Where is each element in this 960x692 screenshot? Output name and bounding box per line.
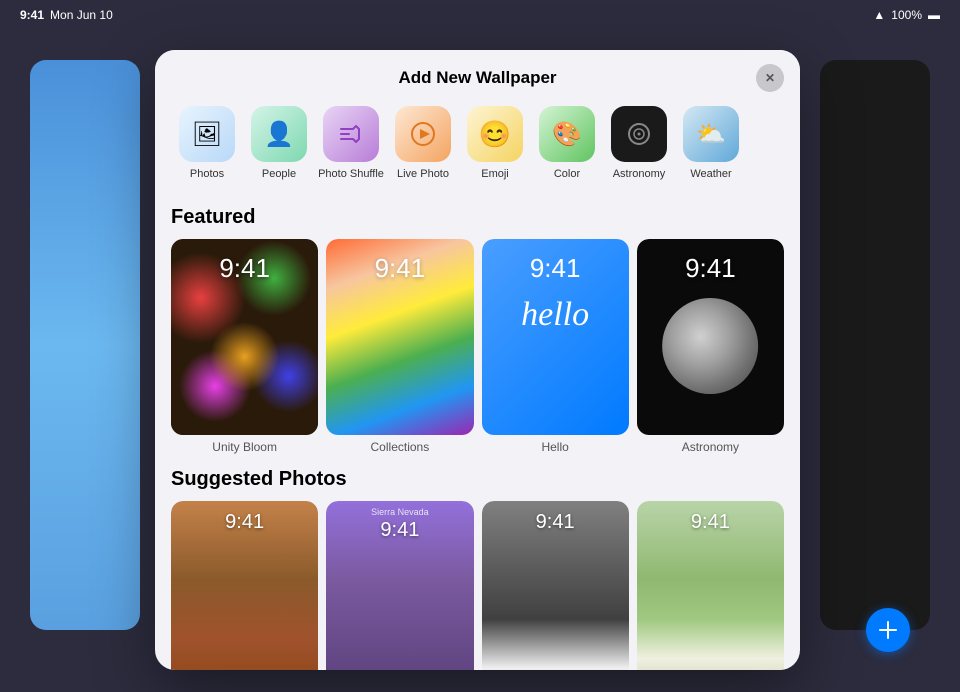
weather-icon: ⛅ [683,106,739,162]
add-wallpaper-modal: Add New Wallpaper ✕ 🖼 Photos 👤 People [155,50,800,670]
featured-title: Featured [171,206,784,229]
category-photo-shuffle[interactable]: Photo Shuffle [315,106,387,180]
ocean-time: 9:41 [536,511,575,534]
ocean-rocks-thumb: 9:41 [482,501,629,670]
hello-thumb: 9:41 hello [482,239,629,435]
astronomy-time-label: 9:41 [685,253,736,284]
suggested-photo-sheep[interactable]: 9:41 [637,501,784,670]
modal-title: Add New Wallpaper [398,68,556,88]
suggested-photo-purple[interactable]: Sierra Nevada 9:41 [326,501,473,670]
category-live-photo[interactable]: Live Photo [387,106,459,180]
category-astronomy[interactable]: Astronomy [603,106,675,180]
purple-hills-thumb: Sierra Nevada 9:41 [326,501,473,670]
people-label: People [262,168,296,180]
modal-content: Featured 9:41 Unity Bloom [155,192,800,670]
unity-bloom-label: Unity Bloom [171,440,318,454]
unity-time: 9:41 [219,253,270,284]
sierra-nevada-location: Sierra Nevada [371,507,429,517]
category-list: 🖼 Photos 👤 People Photo Shuffle [155,98,800,192]
purple-time: 9:41 [380,519,419,542]
suggested-photo-desert[interactable]: 9:41 [171,501,318,670]
suggested-photos-title: Suggested Photos [171,468,784,491]
emoji-label: Emoji [481,168,509,180]
status-indicators: ▲ 100% ▬ [873,8,940,22]
category-emoji[interactable]: 😊 Emoji [459,106,531,180]
wifi-icon: ▲ [873,8,885,22]
desert-time: 9:41 [225,511,264,534]
suggested-photos-grid: 9:41 Sierra Nevada 9:41 9:41 [171,501,784,670]
hello-text: hello [521,296,589,334]
live-photo-label: Live Photo [397,168,449,180]
astronomy-thumb: 9:41 [637,239,784,435]
featured-astronomy[interactable]: 9:41 Astronomy [637,239,784,454]
close-button[interactable]: ✕ [756,64,784,92]
close-icon: ✕ [765,71,775,85]
sheep-time: 9:41 [691,511,730,534]
category-photos[interactable]: 🖼 Photos [171,106,243,180]
photo-shuffle-icon [323,106,379,162]
people-icon: 👤 [251,106,307,162]
status-bar: 9:41 Mon Jun 10 ▲ 100% ▬ [0,8,960,22]
weather-label: Weather [690,168,731,180]
desert-thumb: 9:41 [171,501,318,670]
featured-collections[interactable]: 9:41 Collections [326,239,473,454]
battery-percentage: 100% [891,8,922,22]
suggested-photo-ocean[interactable]: 9:41 [482,501,629,670]
emoji-icon: 😊 [467,106,523,162]
photo-shuffle-label: Photo Shuffle [318,168,384,180]
bg-wallpaper-left[interactable] [30,60,140,630]
category-color[interactable]: 🎨 Color [531,106,603,180]
unity-bloom-thumb: 9:41 [171,239,318,435]
astronomy-icon [611,106,667,162]
bg-wallpaper-right[interactable] [820,60,930,630]
featured-grid: 9:41 Unity Bloom 9:41 Collections [171,239,784,454]
suggested-photos-section: Suggested Photos 9:41 Sierra Nevada 9:41 [171,468,784,670]
astronomy-label: Astronomy [613,168,666,180]
color-icon: 🎨 [539,106,595,162]
status-date: Mon Jun 10 [50,8,113,22]
color-label: Color [554,168,580,180]
photos-icon: 🖼 [179,106,235,162]
astronomy-label-text: Astronomy [637,440,784,454]
featured-hello[interactable]: 9:41 hello Hello [482,239,629,454]
status-time: 9:41 [20,8,44,22]
hello-label: Hello [482,440,629,454]
featured-section: Featured 9:41 Unity Bloom [171,206,784,454]
photos-label: Photos [190,168,224,180]
live-photo-icon [395,106,451,162]
featured-unity-bloom[interactable]: 9:41 Unity Bloom [171,239,318,454]
category-weather[interactable]: ⛅ Weather [675,106,747,180]
collections-thumb: 9:41 [326,239,473,435]
category-people[interactable]: 👤 People [243,106,315,180]
modal-header: Add New Wallpaper ✕ [155,50,800,98]
collections-label: Collections [326,440,473,454]
battery-icon: ▬ [928,8,940,22]
add-wallpaper-button[interactable] [866,608,910,652]
collections-time: 9:41 [375,253,426,284]
hello-time: 9:41 [530,253,581,284]
sheep-thumb: 9:41 [637,501,784,670]
